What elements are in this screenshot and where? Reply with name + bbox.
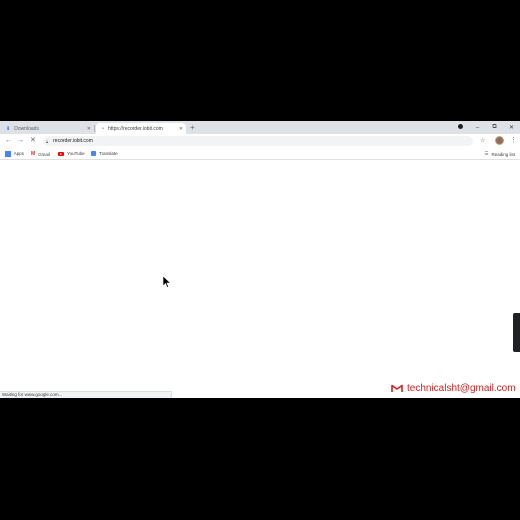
bookmark-gmail[interactable]: M Gmail bbox=[31, 151, 50, 157]
lock-icon: 🔒︎ bbox=[46, 138, 49, 144]
gmail-icon bbox=[391, 384, 403, 392]
window-controls: – ⧉ ✕ bbox=[452, 121, 520, 134]
record-icon[interactable] bbox=[452, 124, 469, 131]
bookmark-label: Translate bbox=[99, 151, 118, 156]
address-bar[interactable]: 🔒︎ recorder.iobit.com bbox=[43, 136, 473, 146]
tab-title: Downloads bbox=[14, 125, 39, 132]
close-tab-icon[interactable]: ✕ bbox=[179, 126, 183, 132]
minimize-button[interactable]: – bbox=[469, 125, 486, 131]
new-tab-button[interactable]: + bbox=[190, 123, 195, 133]
bookmarks-bar: Apps M Gmail YouTube Translate ☰ Reading… bbox=[0, 149, 520, 160]
bookmark-apps[interactable]: Apps bbox=[5, 151, 24, 157]
forward-button[interactable]: → bbox=[17, 136, 24, 146]
bookmark-label: YouTube bbox=[67, 151, 85, 156]
mouse-cursor-icon bbox=[163, 276, 171, 288]
bookmark-star-icon[interactable]: ☆ bbox=[480, 137, 485, 144]
status-bar: Waiting for www.google.com... bbox=[0, 391, 172, 398]
download-icon: ⬇ bbox=[6, 125, 11, 132]
bookmark-label: Gmail bbox=[38, 151, 50, 157]
reading-list-icon: ☰ bbox=[484, 151, 489, 156]
profile-avatar[interactable] bbox=[495, 136, 504, 145]
loading-icon: ◔ bbox=[101, 125, 105, 132]
reading-list-label: Reading list bbox=[491, 151, 515, 157]
tab-divider bbox=[94, 125, 95, 132]
close-window-button[interactable]: ✕ bbox=[503, 124, 520, 131]
tab-title: https://recorder.iobit.com bbox=[108, 125, 163, 132]
youtube-icon bbox=[58, 151, 64, 156]
menu-icon[interactable]: ⋮ bbox=[510, 136, 517, 145]
maximize-button[interactable]: ⧉ bbox=[486, 124, 503, 131]
apps-grid-icon bbox=[5, 151, 11, 157]
side-panel-tab[interactable] bbox=[513, 313, 520, 352]
stop-reload-button[interactable]: ✕ bbox=[30, 136, 36, 146]
bookmark-youtube[interactable]: YouTube bbox=[58, 151, 85, 156]
address-text: recorder.iobit.com bbox=[53, 138, 93, 144]
watermark-text: technicalsht@gmail.com bbox=[407, 383, 516, 394]
tab-recorder[interactable]: ◔ https://recorder.iobit.com ✕ bbox=[96, 123, 186, 134]
reading-list-button[interactable]: ☰ Reading list bbox=[484, 151, 515, 157]
close-tab-icon[interactable]: ✕ bbox=[87, 126, 91, 132]
email-watermark: technicalsht@gmail.com bbox=[391, 383, 516, 394]
tab-strip: ⬇ Downloads ✕ ◔ https://recorder.iobit.c… bbox=[0, 121, 520, 134]
browser-window: ⬇ Downloads ✕ ◔ https://recorder.iobit.c… bbox=[0, 121, 520, 398]
translate-icon bbox=[91, 151, 96, 156]
tab-downloads[interactable]: ⬇ Downloads ✕ bbox=[1, 123, 94, 134]
back-button[interactable]: ← bbox=[5, 136, 12, 146]
bookmark-label: Apps bbox=[13, 151, 24, 157]
gmail-icon: M bbox=[31, 151, 36, 157]
toolbar: ← → ✕ 🔒︎ recorder.iobit.com ☆ ⋮ bbox=[0, 134, 520, 149]
page-content: Waiting for www.google.com... bbox=[0, 160, 520, 398]
bookmark-translate[interactable]: Translate bbox=[91, 151, 118, 156]
